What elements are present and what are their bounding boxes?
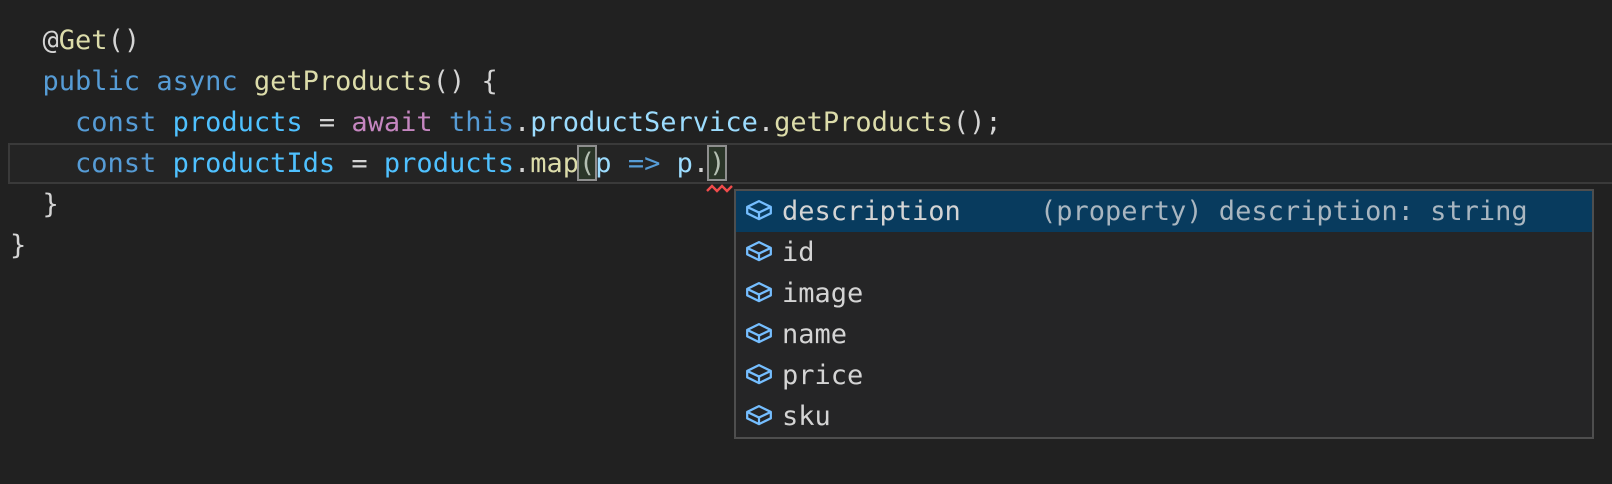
suggest-item-id[interactable]: id <box>736 232 1592 273</box>
code-token: => <box>627 148 661 179</box>
code-token: @ <box>10 25 59 56</box>
code-line-1[interactable]: @Get() <box>0 20 1612 61</box>
suggest-item-description[interactable]: description (property) description: strin… <box>736 191 1592 232</box>
field-icon <box>744 361 782 391</box>
code-token: = <box>335 148 384 179</box>
code-token: productService <box>530 107 758 138</box>
bracket-match: ( <box>576 143 598 184</box>
code-line-2[interactable]: public async getProducts() { <box>0 61 1612 102</box>
suggest-item-label: sku <box>782 401 831 432</box>
code-token: . <box>513 148 531 179</box>
code-token: productIds <box>172 148 336 179</box>
field-icon <box>744 320 782 350</box>
code-line-3[interactable]: const products = await this.productServi… <box>0 102 1612 143</box>
code-token: this <box>448 107 514 138</box>
suggest-item-label: name <box>782 319 848 350</box>
code-token: () <box>107 25 141 56</box>
code-token: } <box>10 189 59 220</box>
code-editor[interactable]: @Get() public async getProducts() { cons… <box>0 0 1612 484</box>
code-token: } <box>10 230 27 261</box>
code-token: p <box>595 148 612 179</box>
code-line-4[interactable]: const productIds = products.map(p => p.) <box>0 143 1612 184</box>
field-icon <box>744 279 782 309</box>
suggest-item-label: price <box>782 360 864 391</box>
code-token: . <box>692 148 710 179</box>
code-token: . <box>513 107 531 138</box>
code-token: (); <box>952 107 1002 138</box>
code-token: const <box>75 107 157 138</box>
code-token: = <box>302 107 352 138</box>
code-token: p <box>676 148 693 179</box>
code-token: getProducts <box>774 107 953 138</box>
code-token: const <box>75 148 157 179</box>
suggest-item-image[interactable]: image <box>736 273 1592 314</box>
field-icon <box>744 197 782 227</box>
code-token: products <box>172 107 303 138</box>
code-token: products <box>383 148 514 179</box>
suggest-item-sku[interactable]: sku <box>736 396 1592 437</box>
suggest-widget: description (property) description: strin… <box>734 189 1594 439</box>
field-icon <box>744 402 782 432</box>
suggest-item-name[interactable]: name <box>736 314 1592 355</box>
code-token: async <box>156 66 238 97</box>
code-token: . <box>757 107 775 138</box>
suggest-item-label: id <box>782 237 815 268</box>
error-squiggle <box>706 184 733 193</box>
editor-background: { "palette": { "editor_bg": "#212121", "… <box>0 0 1612 484</box>
code-token: Get <box>58 25 108 56</box>
field-icon <box>744 238 782 268</box>
suggest-item-label: description <box>782 196 961 227</box>
code-token: getProducts <box>253 66 433 97</box>
code-token: () { <box>432 66 498 97</box>
suggest-item-label: image <box>782 278 864 309</box>
bracket-match: ) <box>707 143 728 184</box>
code-token: public <box>42 66 141 97</box>
suggest-item-detail: (property) description: string <box>1040 196 1528 227</box>
suggest-item-price[interactable]: price <box>736 355 1592 396</box>
code-token: await <box>351 107 433 138</box>
code-token: map <box>530 148 580 179</box>
